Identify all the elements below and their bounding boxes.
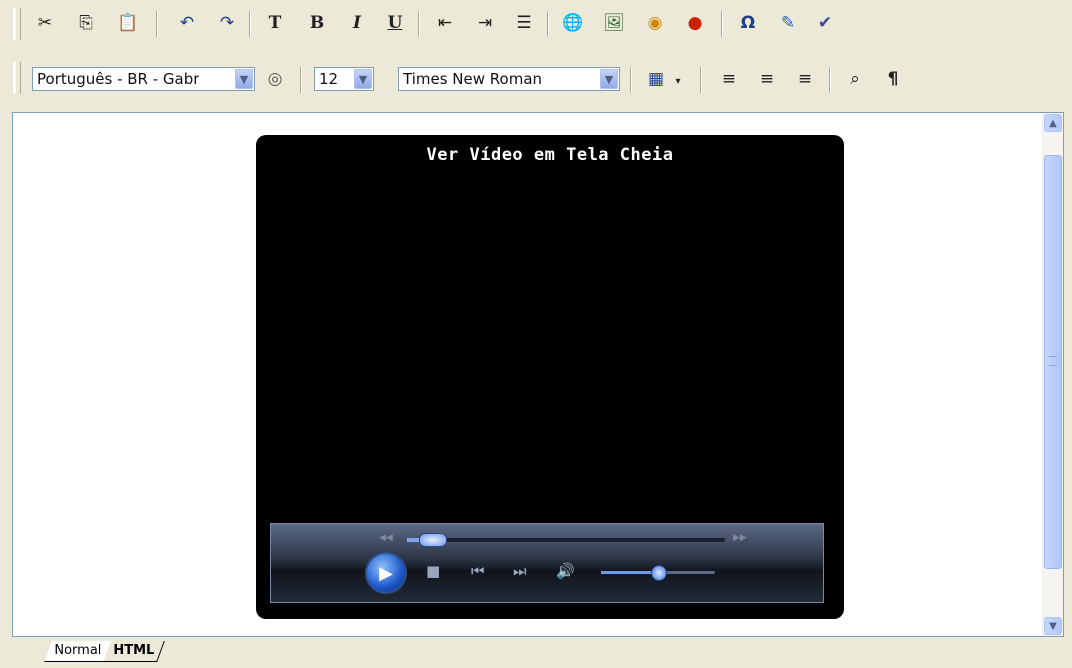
- chevron-down-icon[interactable]: ▼: [354, 69, 372, 89]
- scroll-thumb[interactable]: [1044, 155, 1062, 569]
- volume-slider[interactable]: [601, 565, 715, 581]
- chevron-down-icon[interactable]: ▾: [665, 68, 691, 94]
- fullscreen-link[interactable]: Ver Vídeo em Tela Cheia: [256, 145, 844, 165]
- video-player[interactable]: Ver Vídeo em Tela Cheia ◀◀ ▶▶ ▶ ■ ⏮ ⏭ 🔊: [256, 135, 844, 619]
- indent-icon[interactable]: ⇥: [472, 10, 498, 36]
- omega-icon[interactable]: Ω: [735, 10, 761, 36]
- chevron-up-icon: ▲: [1049, 117, 1057, 129]
- player-controls: ◀◀ ▶▶ ▶ ■ ⏮ ⏭ 🔊: [270, 523, 824, 603]
- text-color-icon[interactable]: T: [262, 10, 288, 36]
- scissors-icon[interactable]: ✂: [32, 10, 58, 36]
- edit-icon[interactable]: ✎: [775, 10, 801, 36]
- seek-bar[interactable]: [406, 533, 726, 547]
- tab-normal[interactable]: Normal: [44, 641, 111, 662]
- rewind-icon[interactable]: ◀◀: [379, 533, 393, 543]
- toolbar-grip[interactable]: [13, 62, 21, 94]
- toolbar-separator: [829, 67, 831, 93]
- toolbar-separator: [249, 11, 251, 37]
- tab-html[interactable]: HTML: [103, 641, 165, 662]
- italic-icon[interactable]: I: [344, 10, 370, 36]
- toolbar-separator: [721, 11, 723, 37]
- font-size-select[interactable]: 12 ▼: [314, 67, 374, 91]
- language-select[interactable]: Português - BR - Gabr ▼: [32, 67, 255, 91]
- toolbar-row-2: Português - BR - Gabr ▼ ◎ 12 ▼ Times New…: [0, 62, 1072, 96]
- editor-content-area[interactable]: Ver Vídeo em Tela Cheia ◀◀ ▶▶ ▶ ■ ⏮ ⏭ 🔊 …: [12, 112, 1064, 637]
- font-family-select[interactable]: Times New Roman ▼: [398, 67, 620, 91]
- chevron-down-icon[interactable]: ▼: [235, 69, 253, 89]
- toolbar-separator: [700, 67, 702, 93]
- play-button[interactable]: ▶: [365, 552, 407, 594]
- toolbar-separator: [630, 67, 632, 93]
- toolbar-separator: [300, 67, 302, 93]
- globe-link-icon[interactable]: 🌐: [560, 10, 586, 36]
- scroll-down-button[interactable]: ▼: [1044, 617, 1062, 635]
- vertical-scrollbar[interactable]: ▲ ▼: [1042, 113, 1063, 636]
- copy-icon[interactable]: ⎘: [73, 10, 99, 36]
- align-center-icon[interactable]: ≡: [754, 66, 780, 92]
- font-size-select-value: 12: [319, 70, 339, 88]
- language-select-value: Português - BR - Gabr: [37, 70, 200, 88]
- volume-handle[interactable]: [651, 565, 667, 581]
- toolbar-separator: [547, 11, 549, 37]
- align-left-icon[interactable]: ≡: [716, 66, 742, 92]
- volume-fill: [601, 571, 658, 574]
- seek-handle[interactable]: [418, 533, 447, 547]
- seek-bar-fill: [407, 538, 420, 542]
- play-icon: ▶: [379, 562, 393, 584]
- align-right-icon[interactable]: ≡: [792, 66, 818, 92]
- underline-icon[interactable]: U: [382, 10, 408, 36]
- previous-icon[interactable]: ⏮: [471, 562, 485, 580]
- mode-tabs: Normal HTML: [44, 641, 165, 663]
- flash-icon[interactable]: ●: [682, 10, 708, 36]
- undo-icon[interactable]: ↶: [174, 10, 200, 36]
- stop-icon[interactable]: ■: [426, 562, 440, 580]
- paste-icon[interactable]: 📋: [115, 10, 141, 36]
- redo-icon[interactable]: ↷: [214, 10, 240, 36]
- tab-normal-label: Normal: [54, 643, 102, 658]
- thumb-grip: [1049, 356, 1057, 366]
- scroll-up-button[interactable]: ▲: [1044, 114, 1062, 132]
- tab-html-label: HTML: [113, 643, 155, 658]
- toolbar-separator: [156, 11, 158, 37]
- chevron-down-icon: ▼: [1049, 620, 1057, 632]
- editor-toolbar: ✂ ⎘ 📋 ↶ ↷ T B I U ⇤ ⇥ ☰ 🌐 🖼 ◉ ● Ω ✎ ✔ Po…: [0, 0, 1072, 110]
- media-icon[interactable]: ◉: [642, 10, 668, 36]
- audio-icon[interactable]: ◎: [262, 66, 288, 92]
- bullet-list-icon[interactable]: ☰: [511, 10, 537, 36]
- chevron-down-icon[interactable]: ▼: [600, 69, 618, 89]
- volume-icon[interactable]: 🔊: [556, 562, 575, 580]
- pilcrow-icon[interactable]: ¶: [880, 66, 906, 92]
- spellcheck-icon[interactable]: ✔: [812, 10, 838, 36]
- fast-forward-icon[interactable]: ▶▶: [733, 533, 747, 543]
- outdent-icon[interactable]: ⇤: [432, 10, 458, 36]
- toolbar-row-1: ✂ ⎘ 📋 ↶ ↷ T B I U ⇤ ⇥ ☰ 🌐 🖼 ◉ ● Ω ✎ ✔: [0, 8, 1072, 42]
- image-icon[interactable]: 🖼: [601, 10, 627, 36]
- next-icon[interactable]: ⏭: [513, 562, 527, 580]
- font-family-select-value: Times New Roman: [403, 70, 543, 88]
- bold-icon[interactable]: B: [304, 10, 330, 36]
- toolbar-grip[interactable]: [13, 8, 21, 40]
- binoculars-icon[interactable]: ⌕: [842, 66, 868, 92]
- toolbar-separator: [418, 11, 420, 37]
